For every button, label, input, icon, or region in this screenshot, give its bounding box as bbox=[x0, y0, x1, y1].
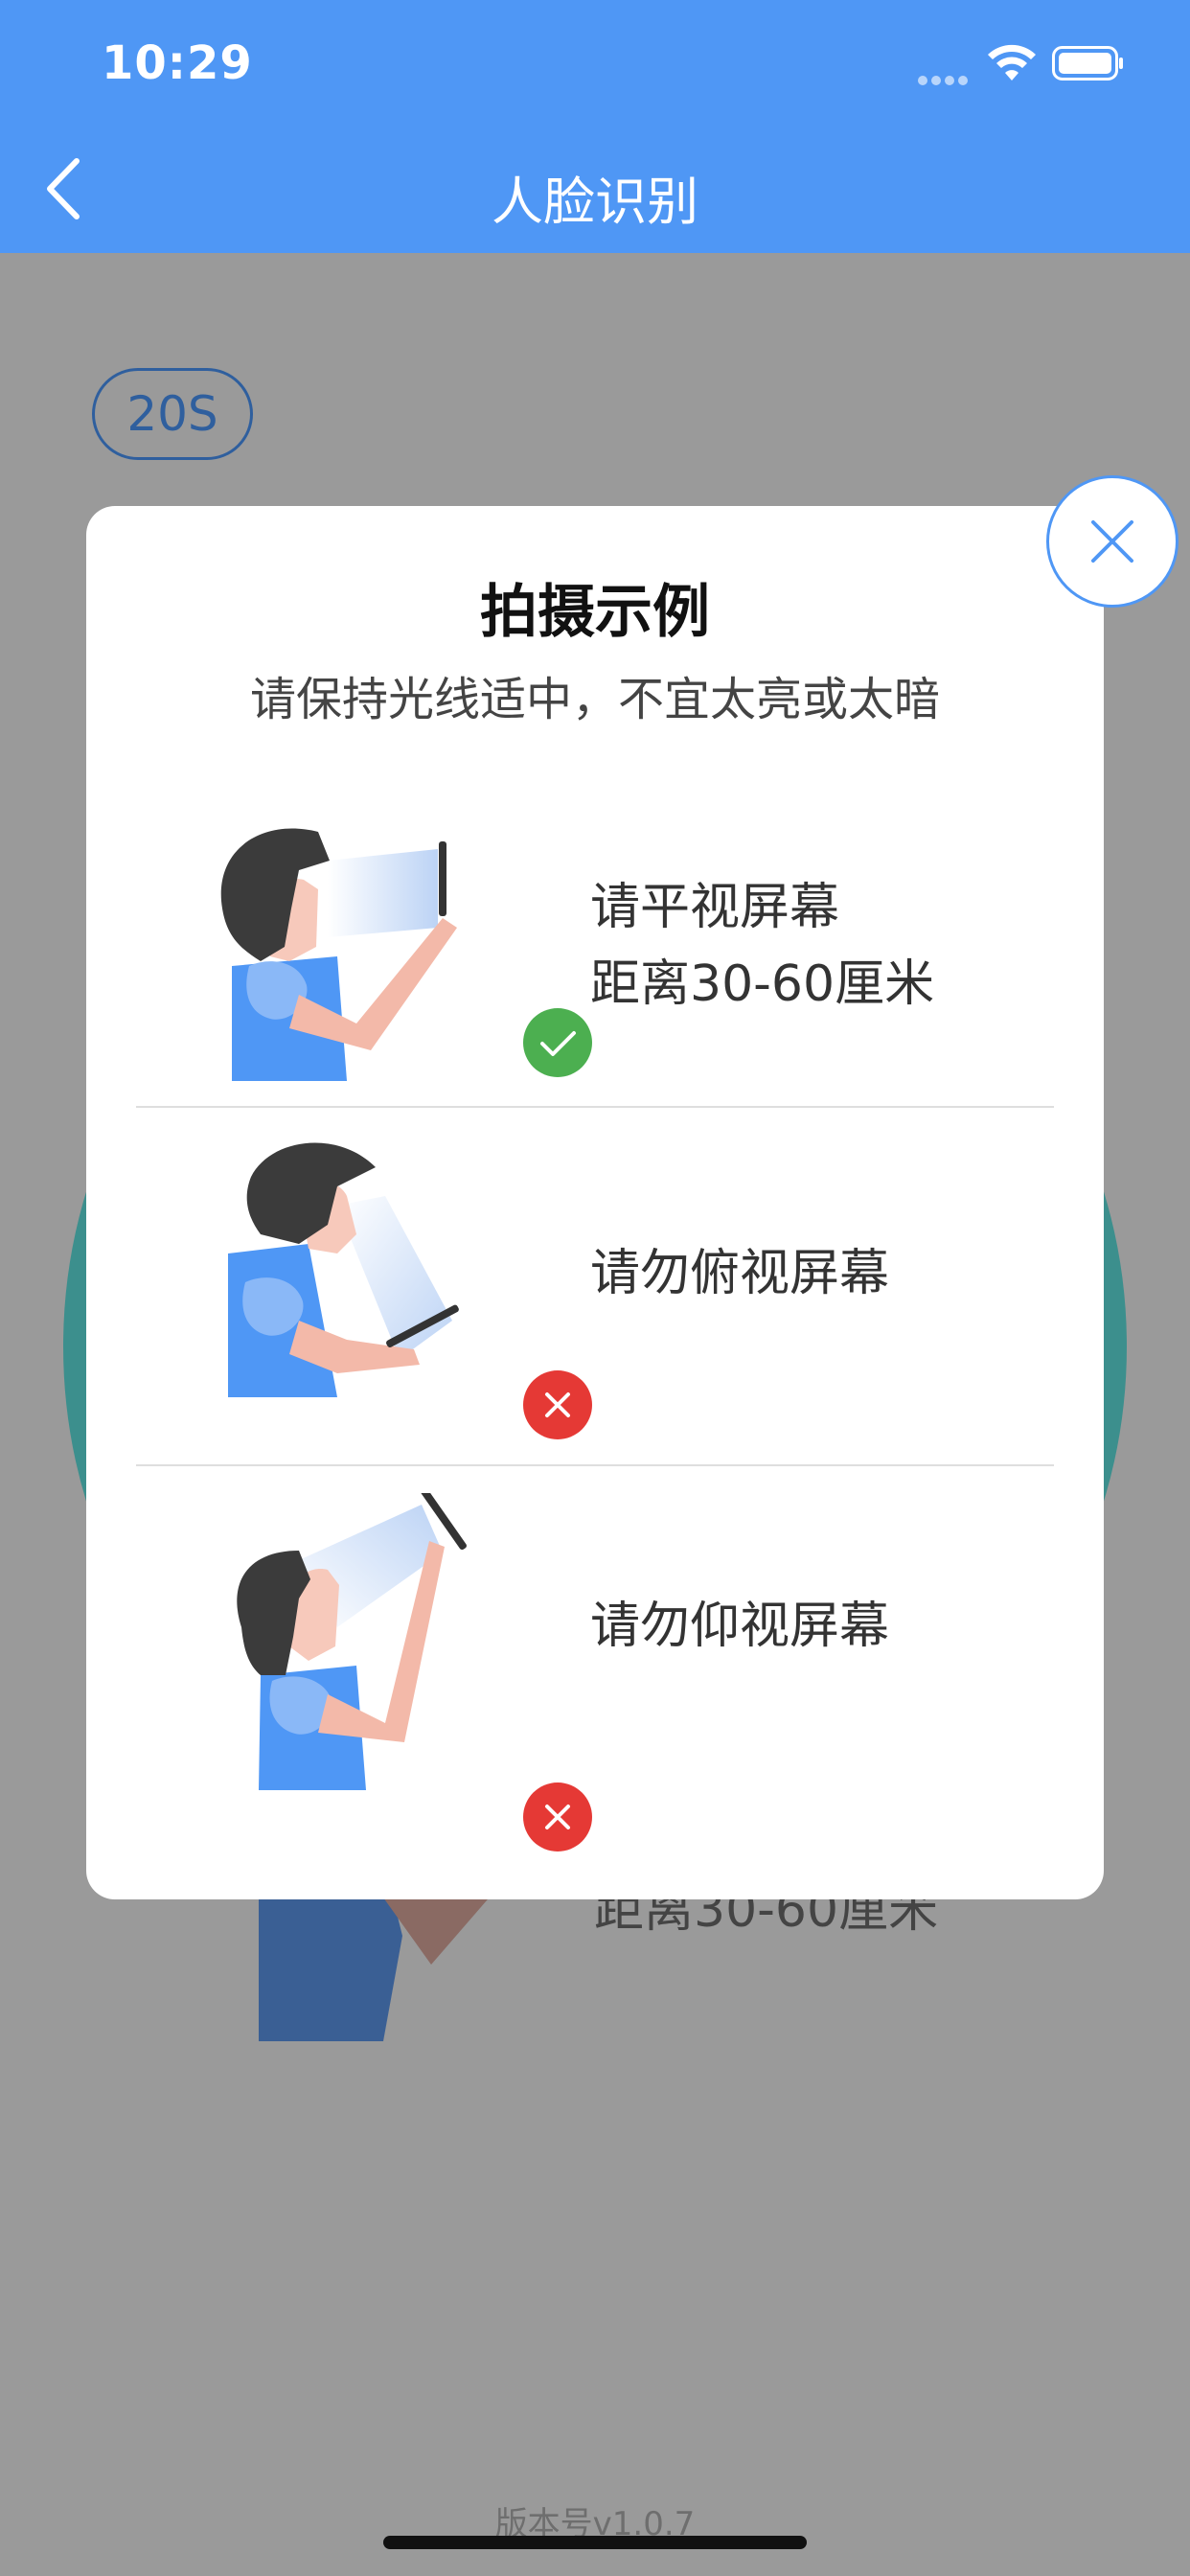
example-instruction: 请平视屏幕 bbox=[590, 879, 840, 936]
example-row-correct: 请平视屏幕 距离30-60厘米 bbox=[136, 794, 1054, 1110]
cellular-signal-icon bbox=[918, 71, 975, 85]
close-dialog-button[interactable] bbox=[1046, 475, 1179, 608]
status-time: 10:29 bbox=[102, 36, 253, 90]
shooting-example-dialog: 拍摄示例 请保持光线适中，不宜太亮或太暗 请平视屏幕 距离30-60厘米 请勿俯… bbox=[86, 506, 1104, 1899]
x-circle-icon bbox=[523, 1370, 592, 1439]
home-indicator[interactable] bbox=[383, 2536, 807, 2549]
x-circle-icon bbox=[523, 1782, 592, 1852]
example-instruction: 距离30-60厘米 bbox=[590, 955, 935, 1013]
dialog-subtitle: 请保持光线适中，不宜太亮或太暗 bbox=[249, 673, 940, 726]
battery-icon bbox=[1052, 46, 1123, 80]
example-instruction: 请勿俯视屏幕 bbox=[590, 1245, 890, 1302]
person-looking-down-illustration bbox=[228, 1142, 459, 1397]
countdown-badge: 20S bbox=[92, 368, 253, 460]
row-divider bbox=[136, 1464, 1054, 1466]
person-looking-up-illustration bbox=[237, 1493, 467, 1790]
wifi-icon bbox=[988, 44, 1036, 80]
check-circle-icon bbox=[523, 1008, 592, 1077]
navigation-header: 10:29 人脸识别 bbox=[0, 0, 1190, 253]
page-title: 人脸识别 bbox=[492, 172, 698, 232]
row-divider bbox=[136, 1106, 1054, 1108]
person-level-view-illustration bbox=[220, 828, 457, 1081]
example-row-wrong: 请勿俯视屏幕 bbox=[136, 1138, 1054, 1464]
example-row-wrong: 请勿仰视屏幕 bbox=[136, 1493, 1054, 1896]
dialog-title: 拍摄示例 bbox=[480, 579, 710, 646]
example-instruction: 请勿仰视屏幕 bbox=[590, 1598, 890, 1655]
